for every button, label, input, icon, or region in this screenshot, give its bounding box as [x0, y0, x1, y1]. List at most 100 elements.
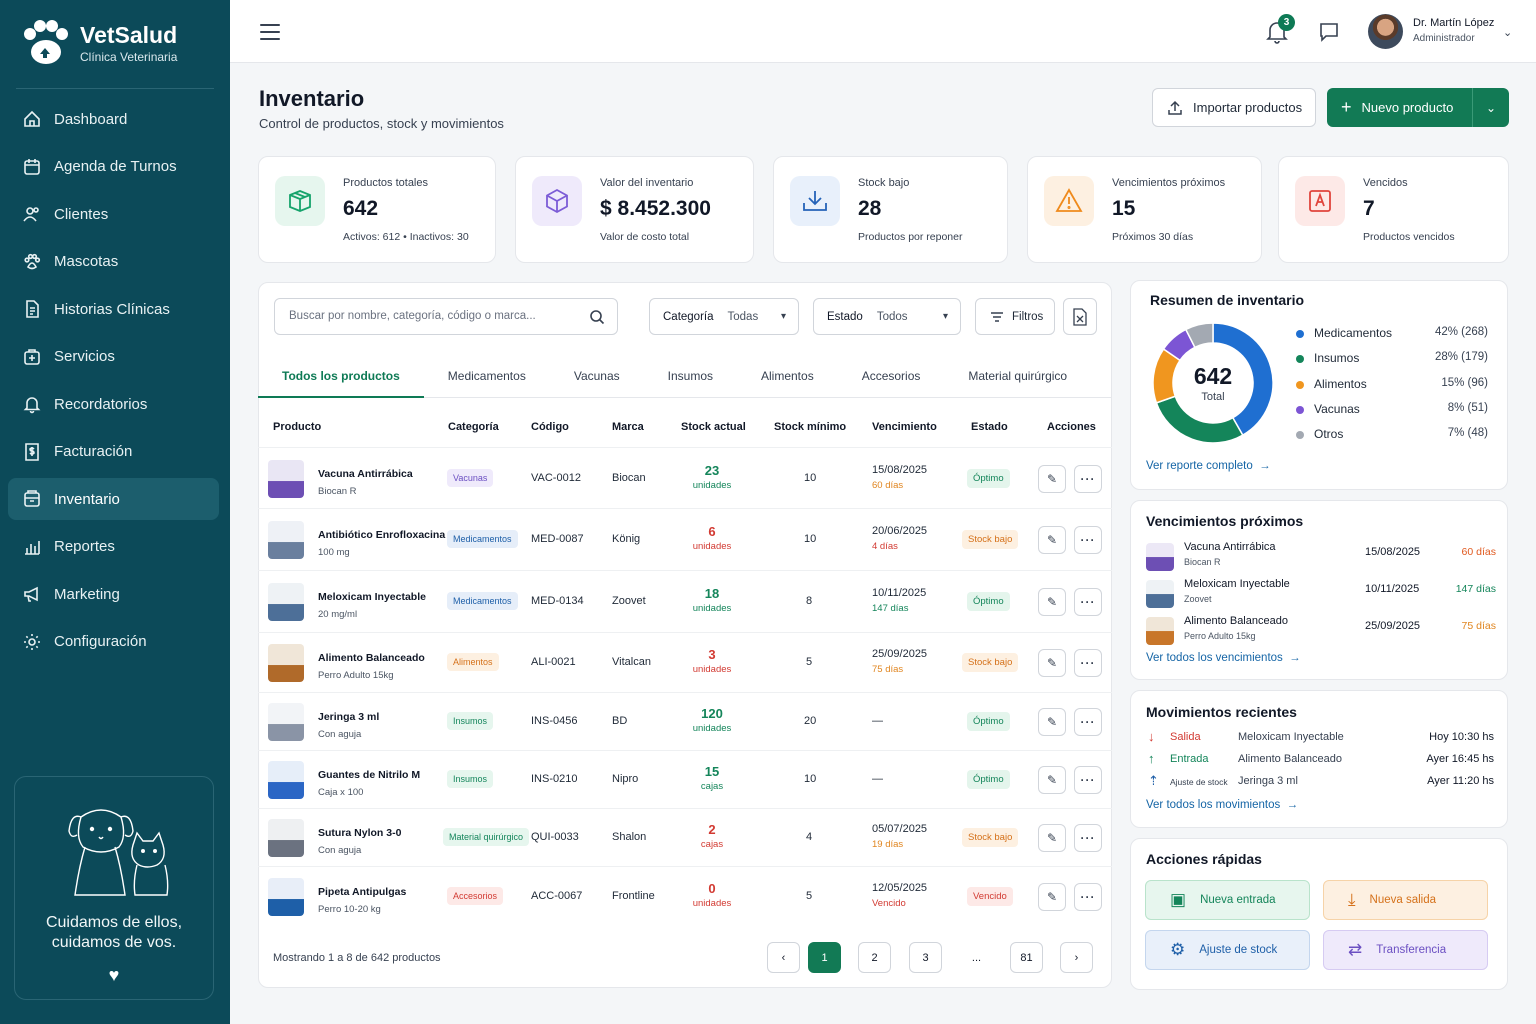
sidebar-item-configuración[interactable]: Configuración — [8, 621, 219, 663]
table-row[interactable]: Meloxicam Inyectable 20 mg/ml Medicamentos… — [258, 570, 1112, 632]
export-excel-button[interactable] — [1063, 298, 1097, 335]
more-actions-button[interactable]: ··· — [1074, 708, 1102, 736]
edit-button[interactable]: ✎ — [1038, 649, 1066, 677]
product-detail: Biocan R — [318, 485, 357, 497]
category-chip: Medicamentos — [447, 592, 518, 610]
edit-pencil-icon: ✎ — [1046, 533, 1058, 547]
upcoming-item[interactable]: Meloxicam Inyectable Zoovet 10/11/2025 147 … — [1146, 578, 1496, 612]
full-report-link[interactable]: Ver reporte completo → — [1146, 460, 1271, 472]
product-code: VAC-0012 — [531, 471, 581, 484]
table-row[interactable]: Alimento Balanceado Perro Adulto 15kg Alim… — [258, 632, 1112, 692]
user-avatar[interactable] — [1368, 14, 1403, 49]
sidebar-item-reportes[interactable]: Reportes — [8, 526, 219, 568]
legend-label: Vacunas — [1314, 401, 1360, 416]
tab-6[interactable]: Accesorios — [838, 353, 945, 398]
messages-icon[interactable] — [1318, 21, 1340, 43]
stock-current: 6 unidades — [682, 524, 742, 552]
all-movements-link-label: Ver todos los movimientos — [1146, 799, 1281, 811]
search-input[interactable]: Buscar por nombre, categoría, código o m… — [274, 298, 618, 335]
tab-1[interactable]: Todos los productos — [258, 353, 424, 398]
quick-action-nueva-salida[interactable]: ⤓ Nueva salida — [1323, 880, 1488, 920]
tab-7[interactable]: Material quirúrgico — [944, 353, 1091, 398]
page-button-3[interactable]: 3 — [909, 942, 942, 973]
edit-button[interactable]: ✎ — [1038, 464, 1066, 493]
sidebar-item-label: Facturación — [54, 443, 133, 460]
user-name: Dr. Martín López — [1413, 17, 1495, 29]
next-page-button[interactable]: › — [1060, 942, 1093, 973]
movement-row[interactable]: ⇡ Ajuste de stock Jeringa 3 ml Ayer 11:20 h… — [1148, 773, 1494, 791]
filters-button[interactable]: Filtros — [975, 298, 1055, 335]
sidebar-item-marketing[interactable]: Marketing — [8, 573, 219, 615]
expiration-note: 60 días — [872, 479, 904, 491]
sidebar-item-agenda-de-turnos[interactable]: Agenda de Turnos — [8, 146, 219, 188]
all-movements-link[interactable]: Ver todos los movimientos → — [1146, 799, 1298, 811]
sidebar-item-recordatorios[interactable]: Recordatorios — [8, 383, 219, 425]
tab-4[interactable]: Insumos — [644, 353, 737, 398]
category-select[interactable]: Categoría Todas ▾ — [649, 298, 799, 335]
quick-action-transferencia[interactable]: ⇄ Transferencia — [1323, 930, 1488, 970]
prev-page-button[interactable]: ‹ — [767, 942, 800, 973]
page-button-81[interactable]: 81 — [1010, 942, 1043, 973]
edit-button[interactable]: ✎ — [1038, 708, 1066, 736]
upcoming-date: 15/08/2025 — [1365, 546, 1421, 558]
import-products-button[interactable]: Importar productos — [1152, 88, 1316, 127]
tab-3[interactable]: Vacunas — [550, 353, 644, 398]
stock-current: 120 unidades — [682, 706, 742, 734]
table-row[interactable]: Antibiótico Enrofloxacina 100 mg Medicamen… — [258, 508, 1112, 570]
brand-logo[interactable]: VetSalud Clínica Veterinaria — [20, 20, 177, 66]
sidebar-item-historias-clínicas[interactable]: Historias Clínicas — [8, 288, 219, 330]
sidebar-item-facturación[interactable]: Facturación — [8, 431, 219, 473]
edit-button[interactable]: ✎ — [1038, 824, 1066, 852]
table-row[interactable]: Jeringa 3 ml Con aguja Insumos INS-0456 BD 12… — [258, 692, 1112, 750]
sidebar-item-mascotas[interactable]: Mascotas — [8, 241, 219, 283]
movement-row[interactable]: ↑ Entrada Alimento Balanceado Ayer 16:45 hs — [1148, 751, 1494, 769]
stock-minimum: 10 — [804, 533, 817, 545]
donut-total-value: 642 — [1193, 363, 1233, 389]
page-button-1[interactable]: 1 — [808, 942, 841, 973]
more-actions-button[interactable]: ··· — [1074, 588, 1102, 616]
tab-5[interactable]: Alimentos — [737, 353, 838, 398]
upcoming-item[interactable]: Alimento Balanceado Perro Adulto 15kg 25/0… — [1146, 615, 1496, 649]
user-info[interactable]: Dr. Martín López Administrador — [1413, 17, 1494, 44]
more-actions-button[interactable]: ··· — [1074, 883, 1102, 911]
more-actions-button[interactable]: ··· — [1074, 766, 1102, 794]
product-name: Guantes de Nitrilo M — [318, 769, 421, 781]
column-header: Marca — [612, 421, 644, 433]
more-actions-button[interactable]: ··· — [1074, 526, 1102, 554]
table-row[interactable]: Guantes de Nitrilo M Caja x 100 Insumos INS… — [258, 750, 1112, 808]
new-product-button[interactable]: + Nuevo producto ⌄ — [1327, 88, 1509, 127]
edit-button[interactable]: ✎ — [1038, 883, 1066, 911]
quick-action-nueva-entrada[interactable]: ▣ Nueva entrada — [1145, 880, 1310, 920]
transfer-icon: ⇄ — [1348, 940, 1363, 959]
menu-toggle-icon[interactable] — [260, 24, 280, 40]
sidebar-item-inventario[interactable]: Inventario — [8, 478, 219, 520]
table-row[interactable]: Sutura Nylon 3-0 Con aguja Material quirúr… — [258, 808, 1112, 866]
sidebar-item-servicios[interactable]: Servicios — [8, 336, 219, 378]
more-actions-button[interactable]: ··· — [1074, 649, 1102, 677]
edit-button[interactable]: ✎ — [1038, 526, 1066, 554]
table-row[interactable]: Vacuna Antirrábica Biocan R Vacunas VAC-001… — [258, 447, 1112, 508]
tab-2[interactable]: Medicamentos — [424, 353, 550, 398]
table-footer-text: Mostrando 1 a 8 de 642 productos — [273, 952, 441, 964]
page-button-2[interactable]: 2 — [858, 942, 891, 973]
status-select[interactable]: Estado Todos ▾ — [813, 298, 961, 335]
new-product-dropdown-chevron-icon[interactable]: ⌄ — [1473, 101, 1509, 115]
upcoming-title: Vencimientos próximos — [1146, 513, 1304, 529]
legend-item: Alimentos 15% (96) — [1296, 377, 1488, 391]
upcoming-item[interactable]: Vacuna Antirrábica Biocan R 15/08/2025 60 d… — [1146, 541, 1496, 575]
topbar: 3 Dr. Martín López Administrador ⌄ — [230, 0, 1536, 63]
chevron-down-icon[interactable]: ⌄ — [1503, 26, 1512, 39]
sidebar-item-dashboard[interactable]: Dashboard — [8, 98, 219, 140]
all-expirations-link[interactable]: Ver todos los vencimientos → — [1146, 652, 1301, 664]
edit-button[interactable]: ✎ — [1038, 588, 1066, 616]
table-row[interactable]: Pipeta Antipulgas Perro 10-20 kg Accesorio… — [258, 866, 1112, 926]
more-actions-button[interactable]: ··· — [1074, 824, 1102, 852]
edit-pencil-icon: ✎ — [1046, 656, 1058, 670]
sidebar-item-clientes[interactable]: Clientes — [8, 193, 219, 235]
movement-row[interactable]: ↓ Salida Meloxicam Inyectable Hoy 10:30 hs — [1148, 729, 1494, 747]
product-detail: Perro Adulto 15kg — [318, 670, 394, 681]
edit-button[interactable]: ✎ — [1038, 766, 1066, 794]
more-actions-button[interactable]: ··· — [1074, 464, 1102, 493]
expiration-cell: 20/06/2025 4 días — [872, 525, 927, 552]
quick-action-ajuste-de-stock[interactable]: ⚙ Ajuste de stock — [1145, 930, 1310, 970]
